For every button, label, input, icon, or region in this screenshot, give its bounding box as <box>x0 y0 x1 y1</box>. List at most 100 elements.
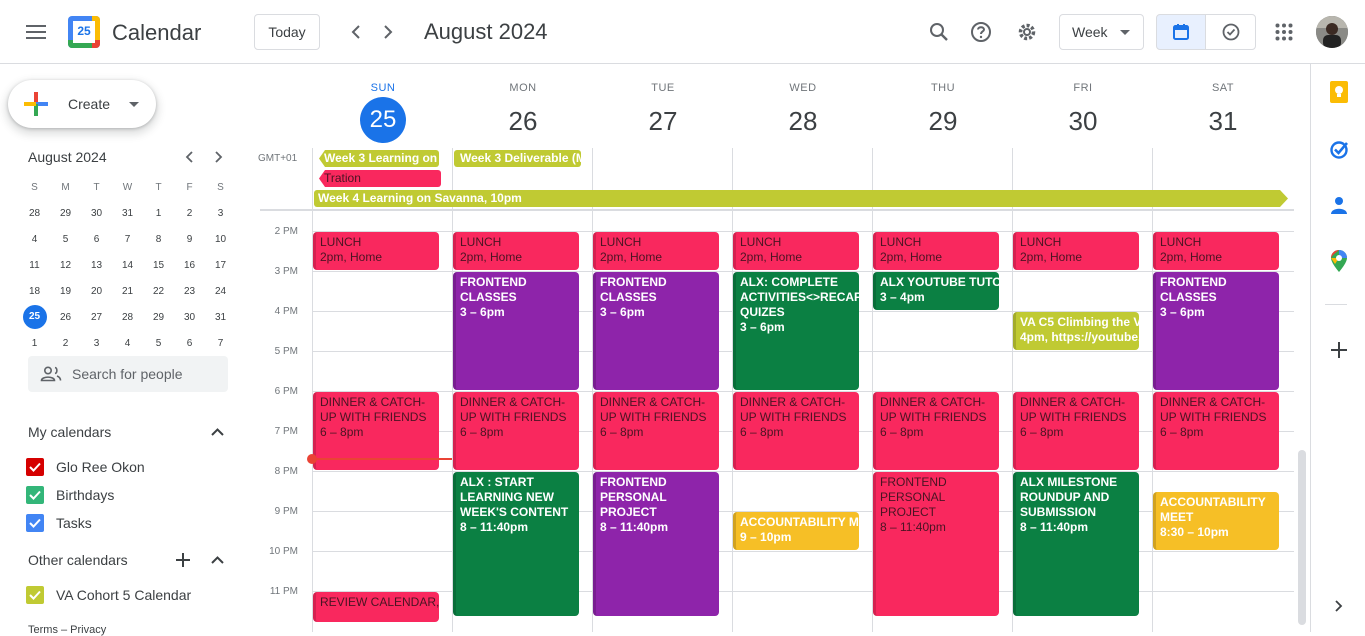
event-alx-activities[interactable]: ALX: COMPLETE ACTIVITIES<>RECAP QUIZES 3 … <box>733 272 859 390</box>
day-date[interactable]: 31 <box>1153 98 1293 144</box>
mini-day[interactable]: 15 <box>143 252 174 278</box>
search-people-input[interactable]: Search for people <box>28 356 228 392</box>
day-header-sun[interactable]: SUN 25 <box>313 64 453 146</box>
grid-scrollbar[interactable] <box>1298 450 1306 625</box>
mini-day[interactable]: 9 <box>174 226 205 252</box>
mini-day[interactable]: 3 <box>81 330 112 356</box>
day-date[interactable]: 27 <box>593 98 733 144</box>
mini-day[interactable]: 27 <box>81 304 112 330</box>
maps-icon[interactable] <box>1325 247 1353 275</box>
mini-day[interactable]: 6 <box>174 330 205 356</box>
event-lunch[interactable]: LUNCH 2pm, Home <box>873 232 999 270</box>
event-alx-start-learning[interactable]: ALX : START LEARNING NEW WEEK'S CONTENT 8… <box>453 472 579 616</box>
event-review-calendar[interactable]: REVIEW CALENDAR, 1 <box>313 592 439 622</box>
day-date[interactable]: 26 <box>453 98 593 144</box>
event-alx-milestone[interactable]: ALX MILESTONE ROUNDUP AND SUBMISSION 8 – … <box>1013 472 1139 616</box>
day-date[interactable]: 29 <box>873 98 1013 144</box>
day-header-tue[interactable]: TUE 27 <box>593 64 733 146</box>
my-calendars-header[interactable]: My calendars <box>28 422 228 442</box>
mini-day[interactable]: 1 <box>143 200 174 226</box>
event-dinner[interactable]: DINNER & CATCH-UP WITH FRIENDS 6 – 8pm <box>873 392 999 470</box>
mini-day[interactable]: 28 <box>19 200 50 226</box>
event-frontend-personal-project[interactable]: FRONTEND PERSONAL PROJECT 8 – 11:40pm <box>873 472 999 616</box>
checkbox-checked-icon[interactable] <box>26 586 44 604</box>
contacts-icon[interactable] <box>1325 191 1353 219</box>
tasks-view-toggle[interactable] <box>1205 14 1256 50</box>
checkbox-checked-icon[interactable] <box>26 514 44 532</box>
expand-panel-chevron-icon[interactable] <box>1325 592 1353 620</box>
terms-privacy-link[interactable]: Terms – Privacy <box>28 624 106 636</box>
mini-prev-month-icon[interactable] <box>178 146 200 168</box>
mini-day-today[interactable]: 25 <box>19 304 50 330</box>
mini-day[interactable]: 6 <box>81 226 112 252</box>
calendar-item-tasks[interactable]: Tasks <box>26 514 92 532</box>
mini-day[interactable]: 4 <box>112 330 143 356</box>
mini-day[interactable]: 11 <box>19 252 50 278</box>
create-button[interactable]: Create <box>8 80 156 128</box>
mini-day[interactable]: 2 <box>50 330 81 356</box>
event-lunch[interactable]: LUNCH 2pm, Home <box>593 232 719 270</box>
event-frontend-personal-project[interactable]: FRONTEND PERSONAL PROJECT 8 – 11:40pm <box>593 472 719 616</box>
event-alx-youtube[interactable]: ALX YOUTUBE TUTORI3 – 4pm <box>873 272 999 310</box>
event-lunch[interactable]: LUNCH 2pm, Home <box>733 232 859 270</box>
mini-day[interactable]: 16 <box>174 252 205 278</box>
mini-day[interactable]: 8 <box>143 226 174 252</box>
allday-event[interactable]: Week 3 Learning on S <box>319 150 439 167</box>
calendar-view-toggle[interactable] <box>1156 14 1206 50</box>
allday-event[interactable]: Week 4 Learning on Savanna, 10pm <box>314 190 1288 207</box>
mini-day[interactable]: 10 <box>205 226 236 252</box>
event-frontend-classes[interactable]: FRONTEND CLASSES 3 – 6pm <box>453 272 579 390</box>
day-date[interactable]: 30 <box>1013 98 1153 144</box>
chevron-up-icon[interactable] <box>211 556 224 564</box>
search-icon[interactable] <box>919 12 959 52</box>
mini-day[interactable]: 13 <box>81 252 112 278</box>
allday-event[interactable]: Week 3 Deliverable (M <box>454 150 581 167</box>
get-addons-plus-icon[interactable] <box>1325 336 1353 364</box>
mini-day[interactable]: 28 <box>112 304 143 330</box>
event-frontend-classes[interactable]: FRONTEND CLASSES 3 – 6pm <box>1153 272 1279 390</box>
mini-day[interactable]: 31 <box>205 304 236 330</box>
day-header-sat[interactable]: SAT 31 <box>1153 64 1293 146</box>
event-lunch[interactable]: LUNCH 2pm, Home <box>1013 232 1139 270</box>
calendar-item-va-cohort-5[interactable]: VA Cohort 5 Calendar <box>26 586 191 604</box>
mini-day[interactable]: 26 <box>50 304 81 330</box>
day-header-wed[interactable]: WED 28 <box>733 64 873 146</box>
calendar-logo-icon[interactable]: 25 <box>68 16 100 48</box>
mini-day[interactable]: 17 <box>205 252 236 278</box>
account-avatar[interactable] <box>1316 16 1348 48</box>
event-accountability-meet[interactable]: ACCOUNTABILITY MEET 8:30 – 10pm <box>1153 492 1279 550</box>
day-header-fri[interactable]: FRI 30 <box>1013 64 1153 146</box>
mini-day[interactable]: 7 <box>205 330 236 356</box>
mini-day[interactable]: 2 <box>174 200 205 226</box>
day-date[interactable]: 28 <box>733 98 873 144</box>
mini-day[interactable]: 29 <box>50 200 81 226</box>
mini-day[interactable]: 1 <box>19 330 50 356</box>
google-apps-icon[interactable] <box>1264 12 1304 52</box>
help-icon[interactable] <box>961 12 1001 52</box>
event-lunch[interactable]: LUNCH 2pm, Home <box>453 232 579 270</box>
mini-day[interactable]: 22 <box>143 278 174 304</box>
mini-day[interactable]: 7 <box>112 226 143 252</box>
event-accountability-meet[interactable]: ACCOUNTABILITY MEE9 – 10pm <box>733 512 859 550</box>
checkbox-checked-icon[interactable] <box>26 486 44 504</box>
today-button[interactable]: Today <box>254 14 320 50</box>
next-week-icon[interactable] <box>372 16 404 48</box>
mini-day[interactable]: 3 <box>205 200 236 226</box>
today-date-circle[interactable]: 25 <box>360 97 406 143</box>
mini-day[interactable]: 4 <box>19 226 50 252</box>
mini-day[interactable]: 5 <box>50 226 81 252</box>
event-dinner[interactable]: DINNER & CATCH-UP WITH FRIENDS 6 – 8pm <box>733 392 859 470</box>
event-dinner[interactable]: DINNER & CATCH-UP WITH FRIENDS 6 – 8pm <box>453 392 579 470</box>
event-frontend-classes[interactable]: FRONTEND CLASSES 3 – 6pm <box>593 272 719 390</box>
mini-next-month-icon[interactable] <box>208 146 230 168</box>
add-calendar-icon[interactable] <box>176 553 190 567</box>
tasks-icon[interactable] <box>1325 135 1353 163</box>
mini-day[interactable]: 14 <box>112 252 143 278</box>
keep-icon[interactable] <box>1325 78 1353 106</box>
allday-event[interactable]: Tration <box>319 170 441 187</box>
event-dinner[interactable]: DINNER & CATCH-UP WITH FRIENDS 6 – 8pm <box>593 392 719 470</box>
mini-day[interactable]: 20 <box>81 278 112 304</box>
settings-gear-icon[interactable] <box>1007 12 1047 52</box>
event-lunch[interactable]: LUNCH 2pm, Home <box>1153 232 1279 270</box>
mini-day[interactable]: 24 <box>205 278 236 304</box>
